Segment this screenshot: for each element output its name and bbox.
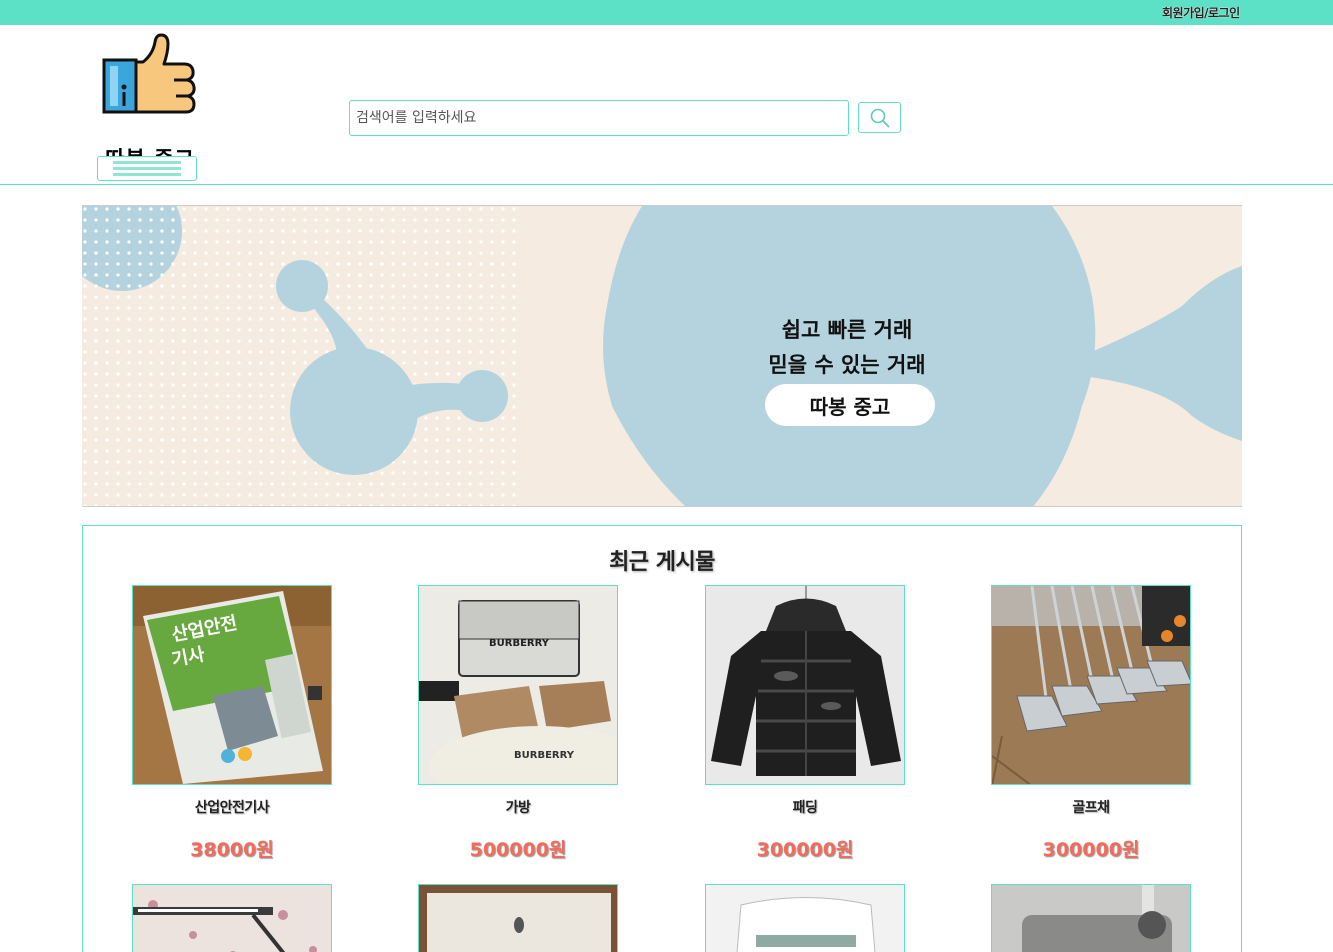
top-bar: 회원가입/로그인 xyxy=(0,0,1333,25)
product-card[interactable]: 패딩 300000원 xyxy=(705,585,905,875)
signup-login-link[interactable]: 회원가입/로그인 xyxy=(1162,4,1240,21)
banner-headline-2: 믿을 수 있는 거래 xyxy=(768,353,926,377)
search-input[interactable] xyxy=(349,100,849,136)
search-icon xyxy=(870,108,890,128)
product-title[interactable]: 패딩 xyxy=(665,797,945,817)
hamburger-line xyxy=(113,167,181,170)
banner-background xyxy=(82,206,1242,506)
product-price: 38000원 xyxy=(190,839,274,861)
svg-text:BURBERRY: BURBERRY xyxy=(514,750,575,761)
hamburger-line xyxy=(113,173,181,176)
product-title[interactable]: 가방 xyxy=(378,797,658,817)
product-card[interactable]: 산업안전 기사 산업안전기사 38000원 xyxy=(132,585,332,875)
product-image[interactable]: 산업안전 기사 xyxy=(132,585,332,785)
product-image[interactable]: BURBERRY BURBERRY xyxy=(418,585,618,785)
header: 따봉 중고 xyxy=(0,25,1333,185)
product-title[interactable]: 골프채 xyxy=(951,797,1231,817)
hamburger-menu-icon xyxy=(113,161,181,164)
product-card[interactable]: 골프채 300000원 xyxy=(991,585,1191,875)
product-card[interactable]: BURBERRY BURBERRY 가방 500000원 xyxy=(418,585,618,875)
banner-cta-button[interactable]: 따봉 중고 xyxy=(765,384,935,426)
product-image[interactable] xyxy=(991,585,1191,785)
product-title[interactable]: 산업안전기사 xyxy=(92,797,372,817)
product-price: 500000원 xyxy=(469,839,567,861)
recent-posts-section: 최근 게시물 산업안전 기사 산업안전기사 38000원 BURBERRY BU… xyxy=(82,525,1242,952)
product-price: 300000원 xyxy=(756,839,854,861)
product-image[interactable] xyxy=(132,884,332,952)
banner-headline-1: 쉽고 빠른 거래 xyxy=(781,318,913,342)
recent-posts-title: 최근 게시물 xyxy=(609,550,715,575)
hero-banner: 쉽고 빠른 거래 믿을 수 있는 거래 따봉 중고 xyxy=(82,205,1242,507)
hamburger-menu-button[interactable] xyxy=(97,156,197,181)
thumbs-up-logo-icon[interactable] xyxy=(98,32,202,144)
product-price: 300000원 xyxy=(1042,839,1140,861)
product-image[interactable] xyxy=(991,884,1191,952)
product-image[interactable] xyxy=(705,585,905,785)
search-button[interactable] xyxy=(858,102,901,133)
product-image[interactable] xyxy=(418,884,618,952)
product-image[interactable] xyxy=(705,884,905,952)
svg-text:BURBERRY: BURBERRY xyxy=(489,638,550,649)
